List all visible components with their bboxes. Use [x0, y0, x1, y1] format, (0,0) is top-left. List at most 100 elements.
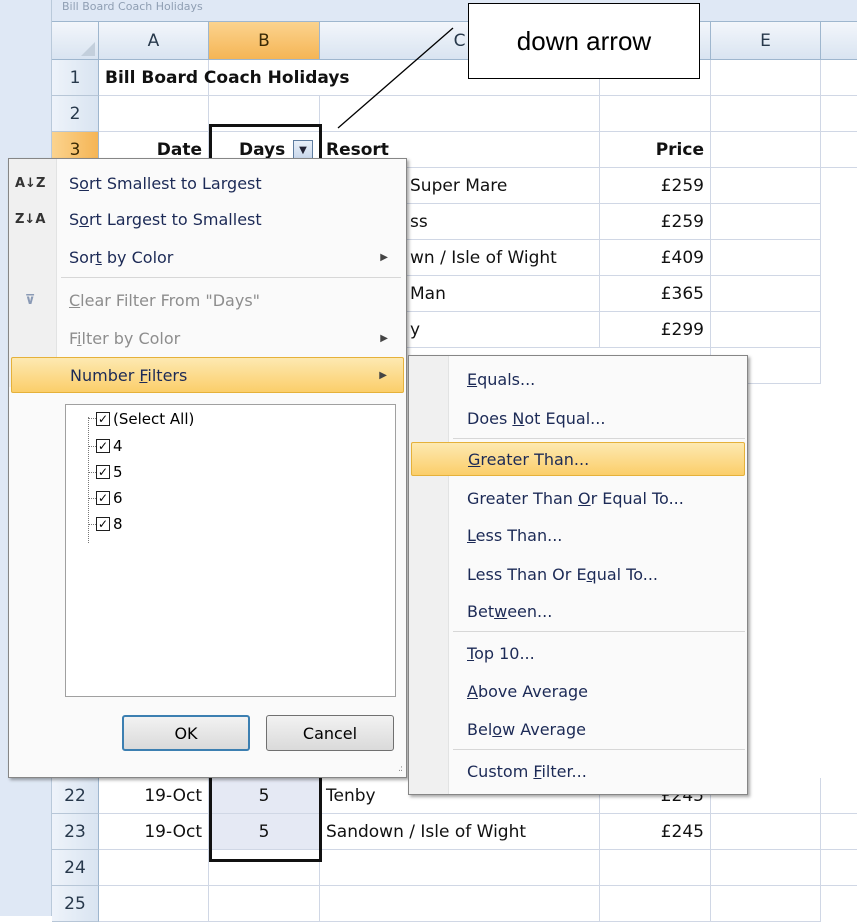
cell-d8[interactable]: £299 — [600, 312, 711, 348]
does-not-equal-item[interactable]: Does Not Equal... — [411, 401, 745, 435]
column-header-e[interactable]: E — [711, 22, 821, 60]
cell-e4[interactable] — [711, 168, 821, 204]
cell-b25[interactable] — [209, 886, 320, 922]
cancel-button[interactable]: Cancel — [266, 715, 394, 751]
cell-e25[interactable] — [711, 886, 821, 922]
filter-by-color-item[interactable]: Filter by Color ▶ — [11, 320, 404, 356]
greater-than-item[interactable]: Greater Than... — [411, 442, 745, 476]
cell-d6[interactable]: £409 — [600, 240, 711, 276]
cell-a25[interactable] — [99, 886, 209, 922]
row-header[interactable]: 2 — [52, 96, 99, 132]
filter-dropdown-button[interactable]: ▼ — [293, 140, 313, 160]
list-item-select-all[interactable]: ✓ (Select All) — [96, 408, 194, 430]
greater-than-or-equal-label: Greater Than Or Equal To... — [467, 488, 684, 508]
menu-separator — [453, 749, 745, 750]
list-item-4[interactable]: ✓ 4 — [96, 435, 123, 457]
cell-f22[interactable] — [821, 778, 857, 814]
number-filters-label: Number Filters — [70, 365, 188, 385]
cell-d23[interactable]: £245 — [600, 814, 711, 850]
cell-d3[interactable]: Price — [600, 132, 711, 168]
cell-d2[interactable] — [600, 96, 711, 132]
less-than-or-equal-item[interactable]: Less Than Or Equal To... — [411, 557, 745, 591]
cell-f1[interactable] — [821, 60, 857, 96]
cell-e1[interactable] — [711, 60, 821, 96]
cell-b22[interactable]: 5 — [209, 778, 320, 814]
row-header[interactable]: 22 — [52, 778, 99, 814]
cell-f24[interactable] — [821, 850, 857, 886]
cell-e3[interactable] — [711, 132, 821, 168]
sort-by-color-label: Sort by Color — [69, 247, 174, 267]
cell-a23[interactable]: 19-Oct — [99, 814, 209, 850]
cell-c24[interactable] — [320, 850, 600, 886]
list-item-label: (Select All) — [113, 410, 195, 428]
clear-filter-item[interactable]: ⊽ Clear Filter From "Days" — [11, 282, 404, 318]
cell-f2[interactable] — [821, 96, 857, 132]
checkbox-checked-icon[interactable]: ✓ — [96, 412, 110, 426]
list-item-5[interactable]: ✓ 5 — [96, 461, 123, 483]
below-average-label: Below Average — [467, 719, 586, 739]
cell-c25[interactable] — [320, 886, 600, 922]
below-average-item[interactable]: Below Average — [411, 712, 745, 746]
clear-filter-label: Clear Filter From "Days" — [69, 290, 261, 310]
checkbox-checked-icon[interactable]: ✓ — [96, 439, 110, 453]
menu-separator — [453, 631, 745, 632]
cell-b23[interactable]: 5 — [209, 814, 320, 850]
column-header-a[interactable]: A — [99, 22, 209, 60]
does-not-equal-label: Does Not Equal... — [467, 408, 606, 428]
equals-item[interactable]: Equals... — [411, 362, 745, 396]
cell-e24[interactable] — [711, 850, 821, 886]
less-than-item[interactable]: Less Than... — [411, 518, 745, 552]
cell-e5[interactable] — [711, 204, 821, 240]
above-average-item[interactable]: Above Average — [411, 674, 745, 708]
cell-b1[interactable] — [209, 60, 320, 96]
cell-e8[interactable] — [711, 312, 821, 348]
ok-button[interactable]: OK — [122, 715, 250, 751]
submenu-arrow-icon: ▶ — [379, 369, 387, 381]
sort-by-color-item[interactable]: Sort by Color ▶ — [11, 239, 404, 275]
sort-ascending-item[interactable]: A↓Z Sort Smallest to Largest — [11, 165, 404, 201]
cell-a2[interactable] — [99, 96, 209, 132]
cell-b24[interactable] — [209, 850, 320, 886]
cell-c2[interactable] — [320, 96, 600, 132]
filter-values-list[interactable]: ✓ (Select All) ✓ 4 ✓ 5 ✓ 6 ✓ 8 — [65, 404, 396, 697]
cell-f3[interactable] — [821, 132, 857, 168]
cell-a1[interactable]: Bill Board Coach Holidays — [99, 60, 350, 96]
cell-f23[interactable] — [821, 814, 857, 850]
row-header[interactable]: 24 — [52, 850, 99, 886]
custom-filter-item[interactable]: Custom Filter... — [411, 754, 745, 788]
row-header[interactable]: 1 — [52, 60, 99, 96]
less-than-label: Less Than... — [467, 525, 563, 545]
row-header[interactable]: 23 — [52, 814, 99, 850]
sort-descending-item[interactable]: Z↓A Sort Largest to Smallest — [11, 201, 404, 237]
column-header-f[interactable] — [821, 22, 857, 60]
cell-e2[interactable] — [711, 96, 821, 132]
select-all-corner[interactable] — [52, 22, 99, 60]
cell-column-f[interactable] — [821, 168, 857, 778]
between-item[interactable]: Between... — [411, 594, 745, 628]
checkbox-checked-icon[interactable]: ✓ — [96, 465, 110, 479]
checkbox-checked-icon[interactable]: ✓ — [96, 517, 110, 531]
resize-grip-icon[interactable]: .: — [398, 764, 403, 774]
cell-e23[interactable] — [711, 814, 821, 850]
cell-b2[interactable] — [209, 96, 320, 132]
cell-d24[interactable] — [600, 850, 711, 886]
top-10-item[interactable]: Top 10... — [411, 636, 745, 670]
cell-a22[interactable]: 19-Oct — [99, 778, 209, 814]
cell-c23[interactable]: Sandown / Isle of Wight — [320, 814, 600, 850]
number-filters-item[interactable]: Number Filters ▶ — [11, 357, 404, 393]
cell-e7[interactable] — [711, 276, 821, 312]
cell-a24[interactable] — [99, 850, 209, 886]
cell-d7[interactable]: £365 — [600, 276, 711, 312]
tree-connector — [88, 524, 96, 525]
cell-d5[interactable]: £259 — [600, 204, 711, 240]
checkbox-checked-icon[interactable]: ✓ — [96, 491, 110, 505]
column-header-b[interactable]: B — [209, 22, 320, 60]
row-header[interactable]: 25 — [52, 886, 99, 922]
cell-e6[interactable] — [711, 240, 821, 276]
list-item-8[interactable]: ✓ 8 — [96, 513, 123, 535]
cell-d4[interactable]: £259 — [600, 168, 711, 204]
greater-than-or-equal-item[interactable]: Greater Than Or Equal To... — [411, 481, 745, 515]
cell-d25[interactable] — [600, 886, 711, 922]
list-item-6[interactable]: ✓ 6 — [96, 487, 123, 509]
greater-than-label: Greater Than... — [468, 449, 590, 469]
